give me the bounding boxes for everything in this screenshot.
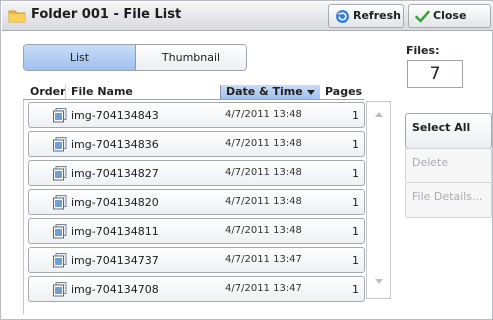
image-file-icon (53, 195, 67, 210)
file-list: img-704134843 4/7/2011 13:48 1 img-70413… (23, 100, 368, 314)
scroll-up-icon[interactable] (375, 112, 383, 117)
image-file-icon (53, 224, 67, 239)
file-pages: 1 (352, 167, 359, 180)
file-pages: 1 (352, 283, 359, 296)
table-row[interactable]: img-704134737 4/7/2011 13:47 1 (28, 247, 365, 273)
file-date: 4/7/2011 13:48 (225, 196, 302, 207)
file-date: 4/7/2011 13:48 (225, 138, 302, 149)
column-header-date-time-label: Date & Time (226, 85, 303, 98)
column-header-file-name[interactable]: File Name (65, 85, 220, 99)
file-list-window: Folder 001 - File List Refresh Close Lis… (0, 0, 493, 320)
file-name: img-704134811 (71, 225, 159, 238)
close-label: Close (433, 9, 467, 22)
column-header-file-name-label: File Name (71, 85, 133, 98)
tab-list[interactable]: List (24, 45, 136, 70)
sort-descending-icon (307, 90, 315, 95)
file-date: 4/7/2011 13:47 (225, 254, 302, 265)
file-name: img-704134820 (71, 196, 159, 209)
table-row[interactable]: img-704134843 4/7/2011 13:48 1 (28, 102, 365, 128)
files-label: Files: (406, 44, 440, 57)
file-name: img-704134843 (71, 109, 159, 122)
delete-button[interactable]: Delete (405, 148, 492, 184)
column-header-pages[interactable]: Pages (319, 85, 364, 99)
file-pages: 1 (352, 109, 359, 122)
image-file-icon (53, 137, 67, 152)
refresh-button[interactable]: Refresh (328, 4, 404, 28)
file-name: img-704134827 (71, 167, 159, 180)
list-scrollbar[interactable] (366, 101, 391, 299)
file-pages: 1 (352, 138, 359, 151)
file-name: img-704134836 (71, 138, 159, 151)
image-file-icon (53, 282, 67, 297)
column-header-order[interactable]: Order (23, 85, 66, 99)
tab-thumbnail[interactable]: Thumbnail (136, 45, 246, 70)
file-pages: 1 (352, 196, 359, 209)
table-row[interactable]: img-704134811 4/7/2011 13:48 1 (28, 218, 365, 244)
table-row[interactable]: img-704134827 4/7/2011 13:48 1 (28, 160, 365, 186)
file-date: 4/7/2011 13:47 (225, 283, 302, 294)
file-pages: 1 (352, 225, 359, 238)
title-bar: Folder 001 - File List Refresh Close (2, 2, 493, 31)
file-date: 4/7/2011 13:48 (225, 225, 302, 236)
table-row[interactable]: img-704134836 4/7/2011 13:48 1 (28, 131, 365, 157)
files-count: 7 (407, 60, 463, 88)
image-file-icon (53, 253, 67, 268)
column-header-pages-label: Pages (325, 85, 363, 98)
table-row[interactable]: img-704134820 4/7/2011 13:48 1 (28, 189, 365, 215)
file-name: img-704134737 (71, 254, 159, 267)
column-header-date-time[interactable]: Date & Time (220, 85, 319, 99)
view-toggle: List Thumbnail (23, 44, 247, 71)
refresh-icon (336, 10, 349, 23)
window-title: Folder 001 - File List (31, 7, 182, 22)
file-name: img-704134708 (71, 283, 159, 296)
checkmark-icon (415, 10, 430, 23)
file-date: 4/7/2011 13:48 (225, 167, 302, 178)
file-date: 4/7/2011 13:48 (225, 109, 302, 120)
scroll-down-icon[interactable] (375, 279, 383, 284)
select-all-button[interactable]: Select All (405, 113, 492, 149)
refresh-label: Refresh (353, 9, 401, 22)
image-file-icon (53, 108, 67, 123)
close-button[interactable]: Close (408, 4, 491, 28)
table-row[interactable]: img-704134708 4/7/2011 13:47 1 (28, 276, 365, 302)
file-pages: 1 (352, 254, 359, 267)
column-header-order-label: Order (30, 85, 66, 98)
folder-icon (8, 10, 26, 23)
image-file-icon (53, 166, 67, 181)
file-details-button[interactable]: File Details... (405, 182, 492, 218)
